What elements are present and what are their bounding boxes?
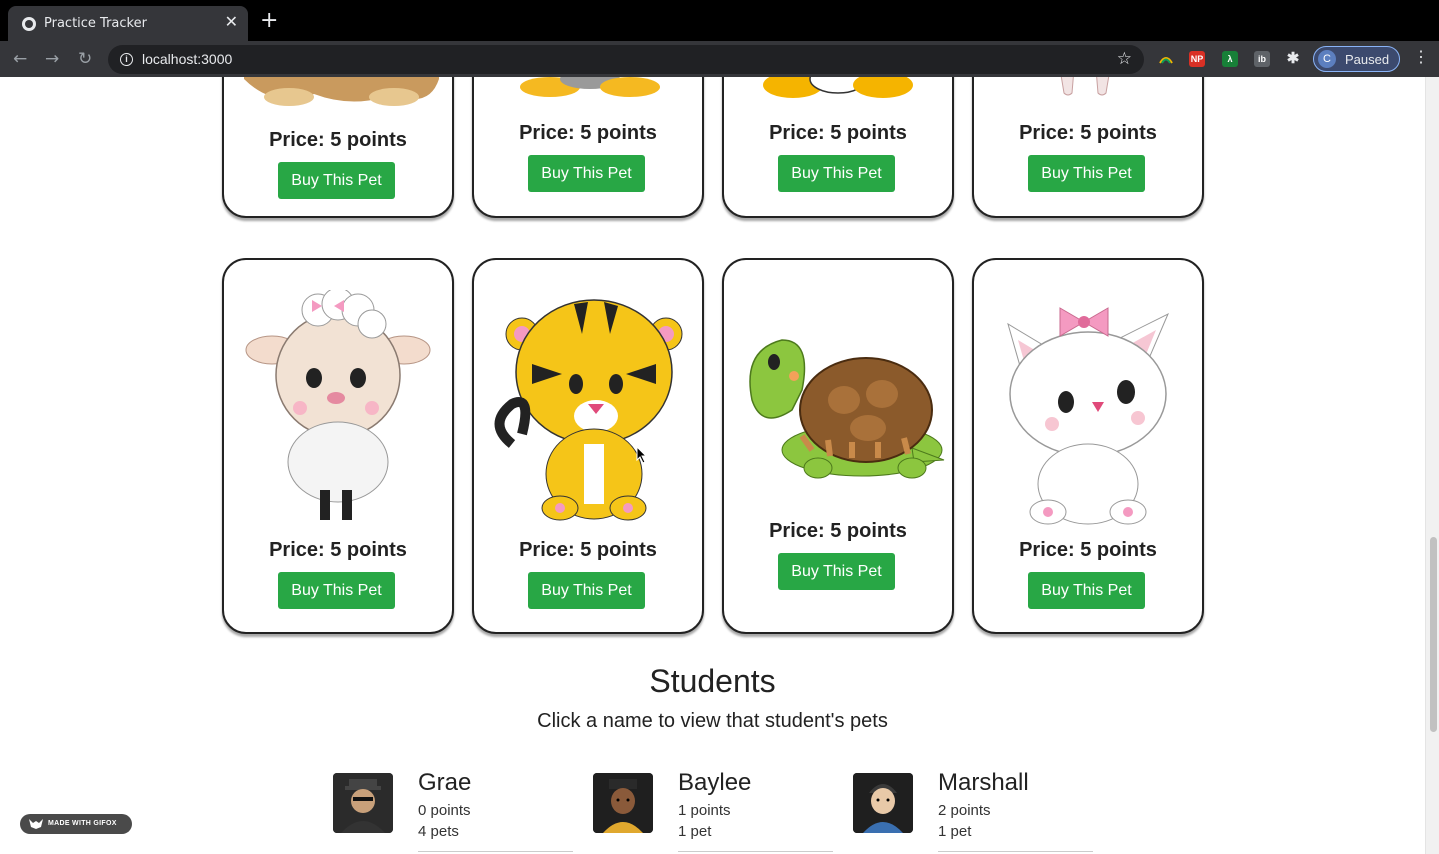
lambda-extension-icon[interactable]: λ (1222, 51, 1238, 67)
page-content: Price: 5 points Buy This Pet Price: 5 po… (0, 77, 1425, 854)
students-heading: Students (649, 663, 776, 699)
buy-pet-button[interactable]: Buy This Pet (1028, 155, 1145, 192)
divider (418, 851, 573, 852)
pet-image (244, 77, 439, 106)
lamb-image (245, 290, 431, 520)
buy-pet-button[interactable]: Buy This Pet (528, 155, 645, 192)
pet-price: Price: 5 points (519, 122, 657, 144)
buy-pet-button[interactable]: Buy This Pet (278, 162, 395, 199)
new-tab-button[interactable]: + (260, 10, 278, 32)
pet-card: Price: 5 points Buy This Pet (472, 77, 704, 218)
student-name[interactable]: Grae (418, 769, 471, 797)
buy-pet-button[interactable]: Buy This Pet (778, 155, 895, 192)
students-subheading: Click a name to view that student's pets (537, 710, 888, 732)
globe-icon (22, 17, 36, 31)
mouse-cursor-icon (636, 446, 648, 464)
pet-price: Price: 5 points (769, 122, 907, 144)
pet-image (1060, 77, 1110, 96)
pet-card: Price: 5 points Buy This Pet (722, 258, 954, 634)
pet-price: Price: 5 points (269, 539, 407, 561)
scrollbar-thumb[interactable] (1430, 537, 1437, 732)
browser-tab[interactable]: Practice Tracker ✕ (8, 6, 248, 41)
menu-dots-icon[interactable]: ⋮ (1413, 49, 1429, 67)
buy-pet-button[interactable]: Buy This Pet (528, 572, 645, 609)
pet-price: Price: 5 points (1019, 122, 1157, 144)
tab-title: Practice Tracker (44, 16, 147, 31)
divider (938, 851, 1093, 852)
back-arrow-icon[interactable]: ← (13, 48, 27, 70)
forward-arrow-icon[interactable]: → (45, 48, 59, 70)
page-scrollbar[interactable] (1425, 77, 1439, 854)
student-card-grae[interactable]: Grae 0 points 4 pets (333, 769, 573, 854)
rainbow-extension-icon[interactable] (1158, 51, 1174, 67)
pet-image (520, 77, 660, 97)
avatar (853, 773, 913, 833)
student-points: 2 points (938, 802, 991, 819)
pet-price: Price: 5 points (269, 129, 407, 151)
pet-card: Price: 5 points Buy This Pet (222, 258, 454, 634)
pet-price: Price: 5 points (1019, 539, 1157, 561)
student-name[interactable]: Baylee (678, 769, 751, 797)
gifox-watermark: MADE WITH GIFOX (20, 814, 132, 834)
fox-icon (29, 819, 43, 829)
student-pets: 4 pets (418, 823, 459, 840)
np-extension-icon[interactable]: NP (1189, 51, 1205, 67)
kitten-image (1007, 307, 1169, 525)
student-pets: 1 pet (938, 823, 972, 840)
browser-tab-strip: Practice Tracker ✕ + (0, 0, 1439, 41)
address-bar[interactable]: i localhost:3000 ☆ (108, 45, 1144, 74)
tiger-image (494, 299, 683, 521)
profile-status: Paused (1345, 52, 1390, 67)
divider (678, 851, 833, 852)
pet-card: Price: 5 points Buy This Pet (222, 77, 454, 218)
reload-icon[interactable]: ↻ (78, 48, 92, 70)
avatar (593, 773, 653, 833)
avatar (333, 773, 393, 833)
student-name[interactable]: Marshall (938, 769, 1029, 797)
student-card-baylee[interactable]: Baylee 1 points 1 pet (593, 769, 833, 854)
profile-button[interactable]: C Paused (1313, 46, 1400, 72)
student-pets: 1 pet (678, 823, 712, 840)
puzzle-extensions-icon[interactable]: ✱ (1285, 51, 1301, 67)
ib-extension-icon[interactable]: ib (1254, 51, 1270, 67)
buy-pet-button[interactable]: Buy This Pet (1028, 572, 1145, 609)
buy-pet-button[interactable]: Buy This Pet (778, 553, 895, 590)
student-points: 0 points (418, 802, 471, 819)
info-icon[interactable]: i (120, 53, 133, 66)
turtle-image (749, 339, 945, 479)
pet-price: Price: 5 points (519, 539, 657, 561)
avatar: C (1318, 50, 1336, 68)
browser-toolbar: ← → ↻ i localhost:3000 ☆ NP λ ib ✱ C Pau… (0, 41, 1439, 77)
pet-card: Price: 5 points Buy This Pet (972, 77, 1204, 218)
pet-card: Price: 5 points Buy This Pet (472, 258, 704, 634)
pet-card: Price: 5 points Buy This Pet (722, 77, 954, 218)
close-tab-icon[interactable]: ✕ (225, 13, 238, 33)
pet-price: Price: 5 points (769, 520, 907, 542)
bookmark-star-icon[interactable]: ☆ (1117, 49, 1132, 69)
student-card-marshall[interactable]: Marshall 2 points 1 pet (853, 769, 1093, 854)
url-text[interactable]: localhost:3000 (142, 51, 232, 67)
student-points: 1 points (678, 802, 731, 819)
pet-card: Price: 5 points Buy This Pet (972, 258, 1204, 634)
watermark-text: MADE WITH GIFOX (48, 820, 117, 827)
buy-pet-button[interactable]: Buy This Pet (278, 572, 395, 609)
pet-image (763, 77, 913, 98)
